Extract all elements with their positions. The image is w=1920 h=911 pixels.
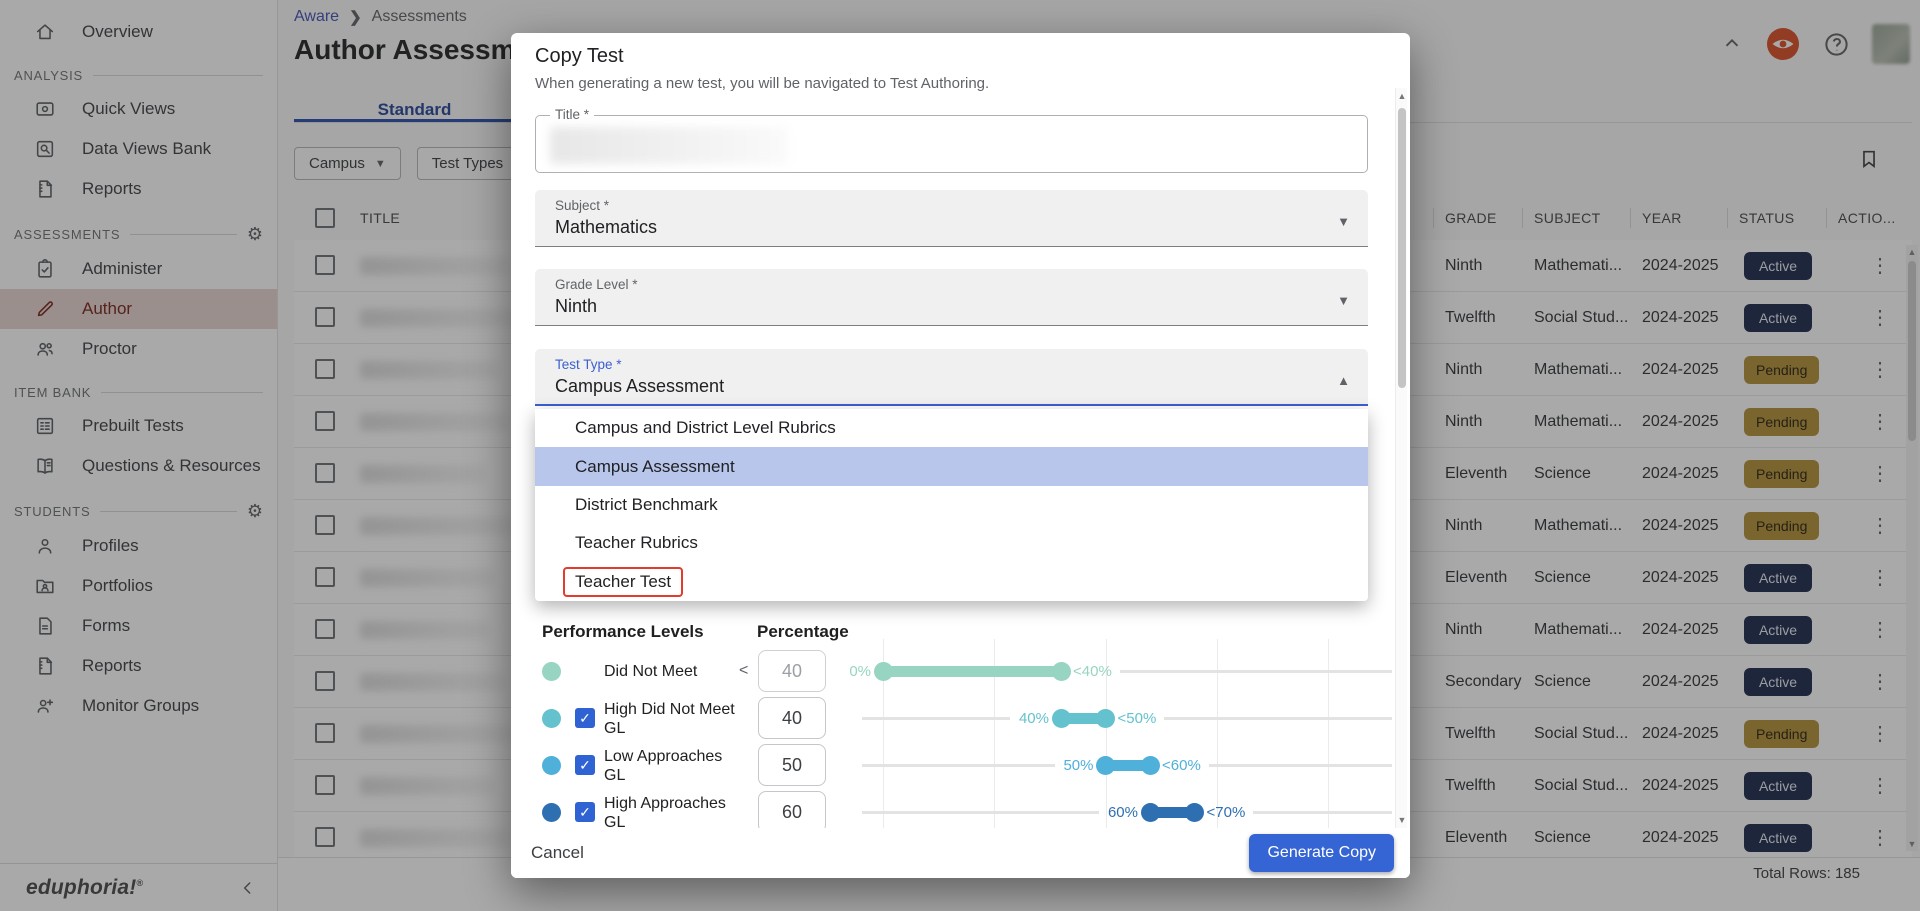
dropdown-option-label: Campus and District Level Rubrics <box>575 418 836 438</box>
percentage-input[interactable] <box>758 650 826 692</box>
level-label: Did Not Meet <box>604 648 738 695</box>
test-type-value: Campus Assessment <box>555 376 724 397</box>
performance-level-row: ✓ Low Approaches GL 50% <60% <box>511 742 1410 789</box>
level-checkbox[interactable]: ✓ <box>575 802 595 822</box>
level-checkbox[interactable]: ✓ <box>575 755 595 775</box>
level-color-dot <box>542 756 561 775</box>
slider-handle[interactable] <box>1185 803 1204 822</box>
level-checkbox[interactable]: ✓ <box>575 708 595 728</box>
percentage-input[interactable] <box>758 744 826 786</box>
percentage-input[interactable] <box>758 697 826 739</box>
test-type-dropdown: Campus and District Level Rubrics Campus … <box>535 409 1368 601</box>
title-field-label: Title * <box>550 107 594 122</box>
caret-down-icon: ▼ <box>1337 214 1350 229</box>
dialog-title: Copy Test <box>535 45 624 68</box>
performance-level-row: ✓ High Did Not Meet GL 40% <50% <box>511 695 1410 742</box>
slider-handle[interactable] <box>1096 709 1115 728</box>
level-color-dot <box>542 803 561 822</box>
slider-range-end-label: <40% <box>1073 663 1112 680</box>
slider-handle[interactable] <box>1052 662 1071 681</box>
dialog-scroll-area: Copy Test When generating a new test, yo… <box>511 33 1410 828</box>
performance-level-row: Did Not Meet<0% <40% <box>511 648 1410 695</box>
slider-handle[interactable] <box>1141 756 1160 775</box>
dropdown-option-campus-and-district-level-rubrics[interactable]: Campus and District Level Rubrics <box>535 409 1368 447</box>
test-type-select[interactable]: Test Type * Campus Assessment ▲ <box>535 349 1368 406</box>
dropdown-option-label: District Benchmark <box>575 495 718 515</box>
copy-test-dialog: Copy Test When generating a new test, yo… <box>511 33 1410 878</box>
performance-slider[interactable] <box>883 666 1061 677</box>
level-label: High Approaches GL <box>604 789 738 828</box>
caret-down-icon: ▼ <box>1337 293 1350 308</box>
percentage-header: Percentage <box>757 622 849 642</box>
less-than-symbol: < <box>739 662 748 680</box>
slider-range-end-label: <50% <box>1118 710 1157 727</box>
dropdown-option-label: Teacher Rubrics <box>575 533 698 553</box>
slider-range-start-label: 50% <box>1063 757 1093 774</box>
dropdown-option-campus-assessment[interactable]: Campus Assessment <box>535 447 1368 485</box>
grade-level-value: Ninth <box>555 296 597 317</box>
subject-select[interactable]: Subject * Mathematics ▼ <box>535 190 1368 247</box>
performance-level-row: ✓ High Approaches GL 60% <70% <box>511 789 1410 828</box>
slider-range-end-label: <60% <box>1162 757 1201 774</box>
slider-range-end-label: <70% <box>1207 804 1246 821</box>
percentage-input[interactable] <box>758 791 826 828</box>
cancel-button[interactable]: Cancel <box>531 843 584 863</box>
dropdown-option-label: Teacher Test <box>563 567 683 597</box>
slider-range-start-label: 60% <box>1108 804 1138 821</box>
dropdown-option-teacher-test[interactable]: Teacher Test <box>535 563 1368 601</box>
slider-range-start-label: 40% <box>1019 710 1049 727</box>
dropdown-option-teacher-rubrics[interactable]: Teacher Rubrics <box>535 524 1368 562</box>
scroll-down-icon[interactable]: ▼ <box>1396 815 1408 825</box>
slider-handle[interactable] <box>1141 803 1160 822</box>
slider-handle[interactable] <box>874 662 893 681</box>
dropdown-option-label: Campus Assessment <box>575 457 735 477</box>
title-field-redacted-value <box>550 127 788 164</box>
scroll-up-icon[interactable]: ▲ <box>1396 91 1408 101</box>
level-color-dot <box>542 709 561 728</box>
level-color-dot <box>542 662 561 681</box>
subject-value: Mathematics <box>555 217 657 238</box>
grade-level-select[interactable]: Grade Level * Ninth ▼ <box>535 269 1368 326</box>
level-label: High Did Not Meet GL <box>604 695 738 742</box>
dialog-scrollbar[interactable]: ▲ ▼ <box>1395 88 1407 828</box>
dialog-footer: Cancel Generate Copy <box>511 828 1410 878</box>
slider-handle[interactable] <box>1052 709 1071 728</box>
dropdown-option-district-benchmark[interactable]: District Benchmark <box>535 486 1368 524</box>
dialog-subtitle: When generating a new test, you will be … <box>535 75 989 92</box>
caret-up-icon: ▲ <box>1337 373 1350 388</box>
level-label: Low Approaches GL <box>604 742 738 789</box>
performance-levels-header: Performance Levels <box>542 622 704 642</box>
slider-handle[interactable] <box>1096 756 1115 775</box>
title-field[interactable]: Title * <box>535 115 1368 173</box>
generate-copy-button[interactable]: Generate Copy <box>1249 834 1394 872</box>
slider-range-start-label: 0% <box>849 663 871 680</box>
